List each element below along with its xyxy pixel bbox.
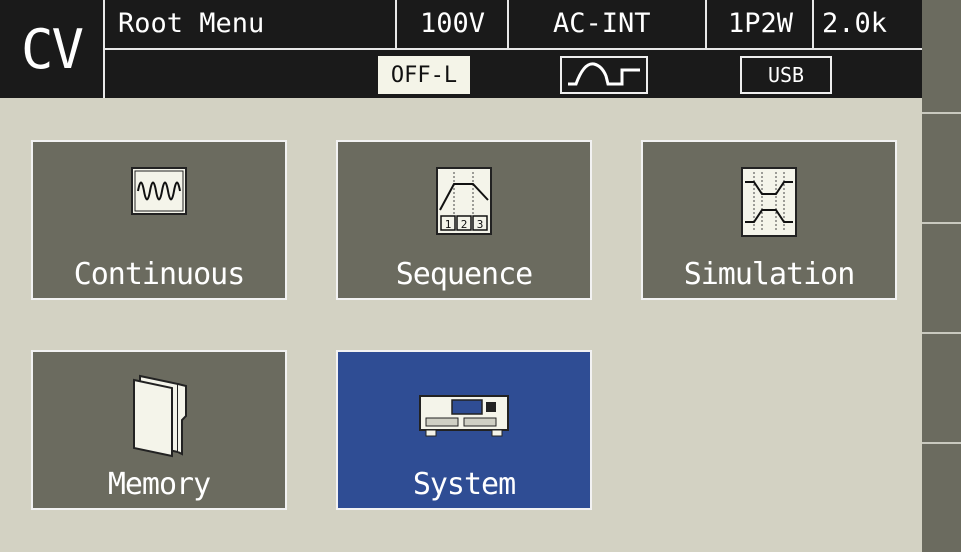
menu-tile-simulation[interactable]: Simulation — [641, 140, 897, 300]
divider — [103, 48, 922, 50]
interface-badge: USB — [740, 56, 832, 94]
tile-label: System — [412, 467, 516, 502]
folder-icon — [126, 370, 192, 464]
continuous-waveform-icon — [130, 166, 188, 220]
menu-tile-continuous[interactable]: Continuous — [31, 140, 287, 300]
softkey-divider — [922, 442, 961, 444]
signal-source: AC-INT — [553, 8, 651, 39]
mode-indicator: CV — [20, 17, 84, 81]
simulation-icon — [740, 166, 798, 242]
menu-tile-memory[interactable]: Memory — [31, 350, 287, 510]
current-value: 2.0k — [822, 8, 888, 39]
divider — [812, 0, 814, 48]
menu-title: Root Menu — [118, 8, 265, 39]
svg-text:1: 1 — [445, 218, 452, 231]
tile-label: Sequence — [395, 257, 534, 292]
svg-text:2: 2 — [461, 218, 468, 231]
ac-square-wave-icon — [560, 56, 648, 94]
softkey-divider — [922, 332, 961, 334]
voltage-range: 100V — [420, 8, 486, 39]
status-header: CV Root Menu 100V AC-INT 1P2W 2.0k OFF-L… — [0, 0, 922, 98]
menu-tile-sequence[interactable]: 1 2 3 Sequence — [336, 140, 592, 300]
tile-label: Memory — [107, 467, 211, 502]
softkey-divider — [922, 222, 961, 224]
sequence-steps-icon: 1 2 3 — [435, 166, 493, 240]
menu-tile-system[interactable]: System — [336, 350, 592, 510]
instrument-icon — [418, 392, 510, 442]
tile-label: Simulation — [683, 257, 856, 292]
output-state-badge: OFF-L — [378, 56, 470, 94]
wiring-system: 1P2W — [728, 8, 794, 39]
tile-label: Continuous — [73, 257, 246, 292]
divider — [395, 0, 397, 48]
svg-text:3: 3 — [477, 218, 484, 231]
softkey-panel — [922, 0, 961, 552]
divider — [705, 0, 707, 48]
divider — [507, 0, 509, 48]
softkey-divider — [922, 112, 961, 114]
